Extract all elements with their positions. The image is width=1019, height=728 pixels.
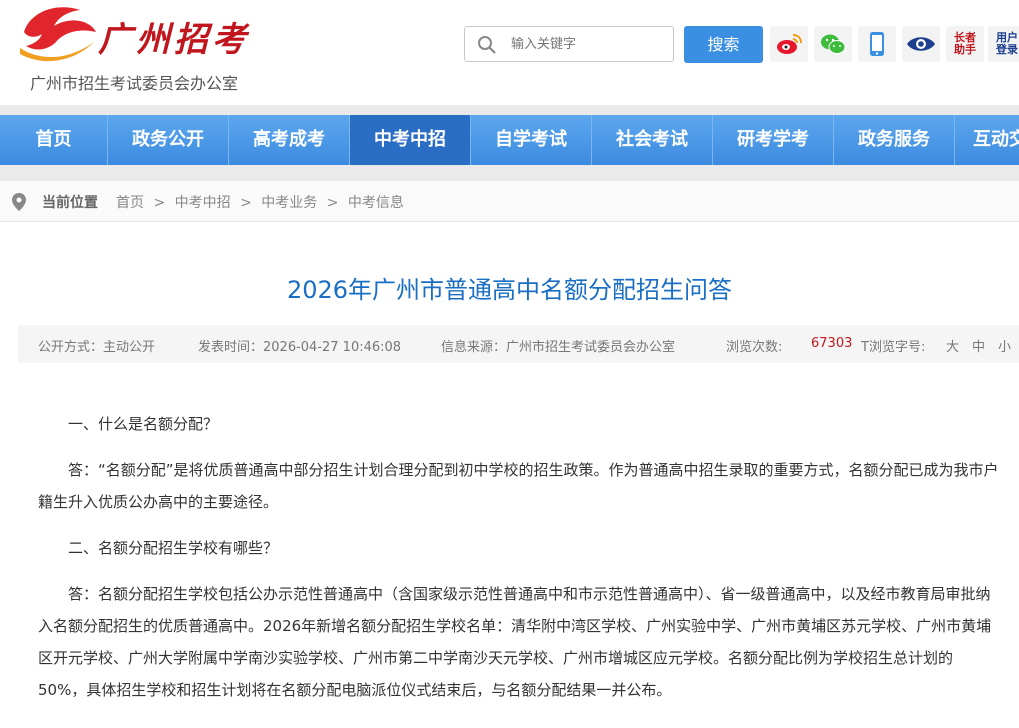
question-1: 一、什么是名额分配？ <box>68 415 219 433</box>
breadcrumb-separator: > <box>240 195 252 211</box>
nav-item-graduate-exam[interactable]: 研考学考 <box>713 115 834 165</box>
breadcrumb-link-info[interactable]: 中考信息 <box>348 195 404 211</box>
breadcrumb-label: 当前位置 <box>42 195 98 211</box>
weibo-button[interactable] <box>770 26 808 62</box>
nav-item-gov-affairs[interactable]: 政务公开 <box>108 115 229 165</box>
logo-subtitle: 广州市招生考试委员会办公室 <box>30 74 239 93</box>
search-box <box>464 26 674 62</box>
phoenix-logo-icon <box>20 7 96 62</box>
breadcrumb-link-business[interactable]: 中考业务 <box>261 195 317 211</box>
question-2: 二、名额分配招生学校有哪些？ <box>68 539 279 557</box>
search-input[interactable] <box>511 33 666 55</box>
meta-source: 信息来源：广州市招生考试委员会办公室 <box>441 340 676 355</box>
nav-item-home[interactable]: 首页 <box>0 115 108 165</box>
nav-item-social-exam[interactable]: 社会考试 <box>592 115 713 165</box>
search-button[interactable]: 搜索 <box>684 26 763 63</box>
elder-assistant-button[interactable]: 长者助手 <box>946 26 984 62</box>
location-pin-icon <box>12 193 26 211</box>
main-nav: 首页 政务公开 高考成考 中考中招 自学考试 社会考试 研考学考 政务服务 互动交 <box>0 115 1019 165</box>
font-size-large-button[interactable]: 大 <box>946 336 959 355</box>
nav-item-gaokao[interactable]: 高考成考 <box>229 115 350 165</box>
header-divider <box>0 105 1019 115</box>
search-icon <box>478 36 496 54</box>
article-meta: 公开方式：主动公开 发表时间：2026-04-27 10:46:08 信息来源：… <box>18 325 1019 363</box>
breadcrumb-link-zhongkao[interactable]: 中考中招 <box>175 195 231 211</box>
breadcrumb: 当前位置 首页 > 中考中招 > 中考业务 > 中考信息 <box>0 181 1019 222</box>
accessibility-button[interactable] <box>902 26 940 62</box>
user-login-label: 用户登录 <box>996 31 1018 56</box>
nav-item-zhongkao[interactable]: 中考中招 <box>350 115 471 165</box>
user-login-button[interactable]: 用户登录 <box>988 26 1019 62</box>
meta-publish-time: 发表时间：2026-04-27 10:46:08 <box>198 340 402 355</box>
article-body: 一、什么是名额分配？ 答：“名额分配”是将优质普通高中部分招生计划合理分配到初中… <box>38 408 1000 720</box>
elder-assistant-label: 长者助手 <box>954 31 976 56</box>
article-title: 2026年广州市普通高中名额分配招生问答 <box>286 276 733 304</box>
nav-item-gov-service[interactable]: 政务服务 <box>834 115 955 165</box>
site-header: 广州招考 广州市招生考试委员会办公室 搜索 <box>0 0 1019 105</box>
weibo-icon <box>777 34 802 54</box>
meta-views-count: 67303 <box>811 336 853 351</box>
font-size-small-button[interactable]: 小 <box>998 336 1011 355</box>
breadcrumb-trail: 首页 > 中考中招 > 中考业务 > 中考信息 <box>116 192 409 212</box>
mobile-button[interactable] <box>858 26 896 62</box>
site-logo[interactable]: 广州招考 广州市招生考试委员会办公室 <box>18 2 253 93</box>
meta-font-size-label: T浏览字号: <box>861 340 926 355</box>
breadcrumb-separator: > <box>153 195 166 211</box>
wechat-button[interactable] <box>814 26 852 62</box>
breadcrumb-link-home[interactable]: 首页 <box>116 195 144 211</box>
breadcrumb-separator: > <box>326 195 339 211</box>
answer-1: 答：“名额分配”是将优质普通高中部分招生计划合理分配到初中学校的招生政策。作为普… <box>38 461 999 511</box>
meta-open-mode: 公开方式：主动公开 <box>38 340 156 355</box>
nav-item-self-study[interactable]: 自学考试 <box>471 115 592 165</box>
wechat-icon <box>821 34 846 54</box>
mobile-phone-icon <box>870 32 884 56</box>
meta-views-label: 浏览次数: <box>726 340 783 355</box>
answer-2: 答：名额分配招生学校包括公办示范性普通高中（含国家级示范性普通高中和市示范性普通… <box>38 585 992 699</box>
logo-title: 广州招考 <box>98 20 250 60</box>
eye-icon <box>907 37 935 51</box>
nav-divider <box>0 165 1019 181</box>
font-size-medium-button[interactable]: 中 <box>972 336 985 355</box>
nav-item-interaction[interactable]: 互动交 <box>955 115 1019 165</box>
